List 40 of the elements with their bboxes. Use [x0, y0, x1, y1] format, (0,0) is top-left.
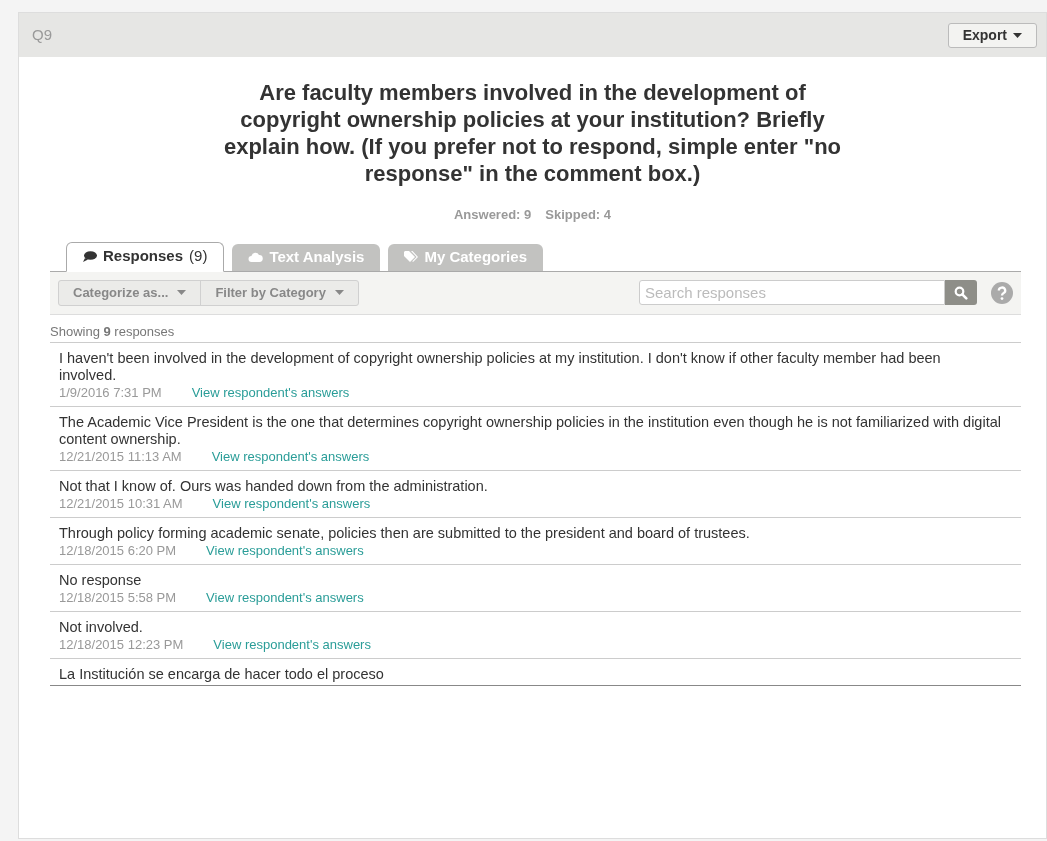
response-date: 1/9/2016 7:31 PM — [59, 384, 162, 401]
showing-count: Showing 9 responses — [50, 322, 176, 341]
cloud-icon — [248, 252, 264, 262]
response-text: Through policy forming academic senate, policies then are submitted to the president and board of trustees. — [59, 524, 751, 542]
tags-icon — [404, 251, 419, 263]
respondent-answers-link[interactable]: View respondent's answers — [213, 636, 371, 653]
stat-text: Skipped: 4 — [545, 206, 612, 224]
respondent-answers-link[interactable]: View respondent's answers — [191, 384, 350, 401]
help-icon[interactable] — [991, 281, 1013, 304]
response-text: Not involved. — [59, 618, 144, 636]
tab[interactable]: My Categories — [388, 243, 543, 271]
search-button[interactable] — [945, 280, 977, 305]
respondent-answers-link[interactable]: View respondent's answers — [206, 542, 364, 559]
caret-icon — [1013, 32, 1022, 38]
search-icon — [954, 285, 968, 300]
response-text: La Institución se encarga de hacer todo el proceso — [59, 665, 385, 683]
response-text: I haven't been involved in the development of copyright ownership policies at my institution. I don't know if other faculty member had been involved. — [59, 349, 942, 384]
stat-text: Answered: 9 — [453, 206, 532, 224]
caret-icon — [334, 290, 344, 295]
respondent-answers-link[interactable]: View respondent's answers — [206, 589, 364, 606]
speech-bubble-icon — [83, 251, 97, 262]
respondent-answers-link[interactable]: View respondent's answers — [212, 495, 371, 512]
tab[interactable]: Responses (9) — [66, 241, 225, 272]
response-date: 12/18/2015 12:23 PM — [59, 636, 184, 653]
response-date: 12/18/2015 6:20 PM — [59, 542, 177, 559]
caret-icon — [177, 290, 187, 295]
response-text: Not that I know of. Ours was handed down from the administration. — [59, 477, 489, 495]
search-field[interactable]: Search responses — [639, 280, 945, 305]
question-title: Are faculty members involved in the development of copyright ownership policies at your institution? Briefly explain how. (If you prefer not to respond, simple enter "no response" in the comment box.) — [222, 79, 843, 187]
response-text: No response — [59, 571, 143, 589]
response-text: The Academic Vice President is the one that determines copyright ownership policies in the institution even though he is not familiarized with digital content ownership. — [59, 413, 1001, 448]
dropdown-button[interactable]: Filter by Category — [200, 280, 358, 305]
response-date: 12/21/2015 11:13 AM — [59, 448, 182, 465]
tab[interactable]: Text Analysis — [232, 243, 381, 271]
response-date: 12/21/2015 10:31 AM — [59, 495, 183, 512]
dropdown-button[interactable]: Categorize as... — [59, 280, 201, 305]
response-date: 12/18/2015 5:58 PM — [59, 589, 177, 606]
respondent-answers-link[interactable]: View respondent's answers — [211, 448, 370, 465]
question-number: Q9 — [32, 24, 52, 45]
export-button[interactable]: Export — [947, 22, 1037, 48]
